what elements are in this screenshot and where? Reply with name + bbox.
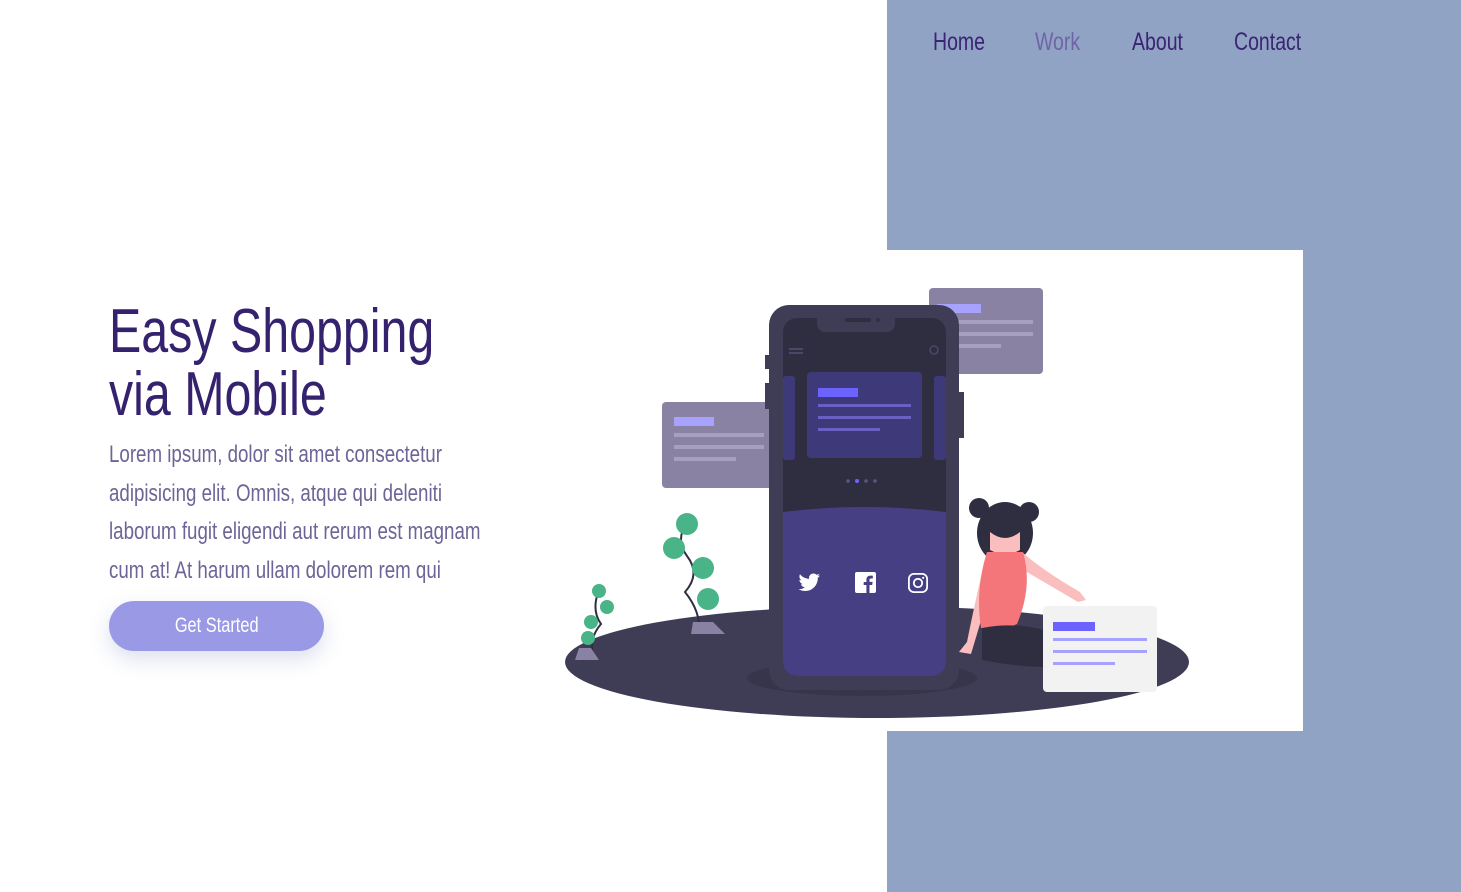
phone-graphic bbox=[765, 305, 964, 690]
hero-title-line-1: Easy Shopping bbox=[109, 297, 435, 366]
nav-contact-link[interactable]: Contact bbox=[1234, 28, 1301, 57]
nav-about-link[interactable]: About bbox=[1132, 28, 1183, 57]
hero-title: Easy Shopping via Mobile bbox=[109, 297, 435, 429]
floating-card-left bbox=[662, 402, 774, 488]
get-started-label: Get Started bbox=[174, 614, 259, 637]
mobile-shopping-illustration bbox=[565, 288, 1189, 718]
hero-section: Easy Shopping via Mobile Lorem ipsum, do… bbox=[109, 297, 489, 651]
hero-description-container: Lorem ipsum, dolor sit amet consectetur … bbox=[109, 436, 487, 596]
hero-title-line-2: via Mobile bbox=[109, 360, 327, 429]
document-card bbox=[1043, 606, 1157, 692]
hero-illustration bbox=[487, 250, 1303, 731]
nav-work-link[interactable]: Work bbox=[1035, 28, 1080, 57]
nav-home-link[interactable]: Home bbox=[933, 28, 985, 57]
facebook-icon bbox=[855, 572, 876, 593]
hero-description: Lorem ipsum, dolor sit amet consectetur … bbox=[109, 441, 481, 596]
get-started-button[interactable]: Get Started bbox=[109, 601, 324, 651]
